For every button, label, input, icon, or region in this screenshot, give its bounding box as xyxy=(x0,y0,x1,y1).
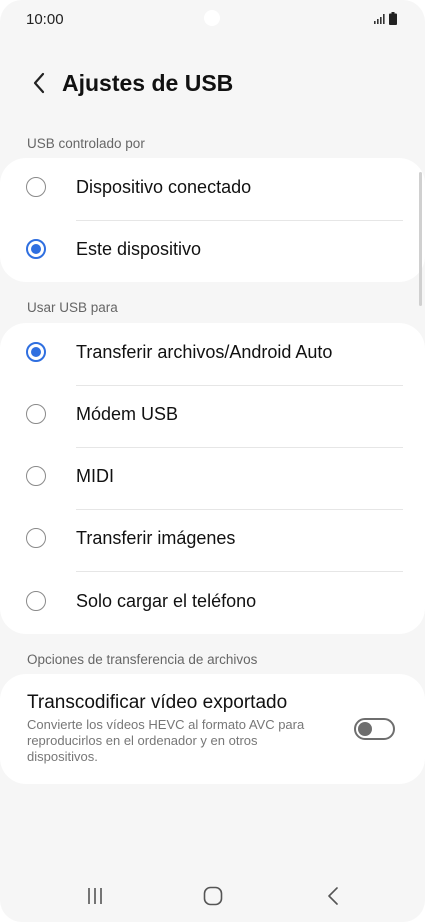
page-title: Ajustes de USB xyxy=(62,70,234,96)
option-this-device[interactable]: Este dispositivo xyxy=(0,220,425,282)
radio-button[interactable] xyxy=(26,466,46,486)
header: Ajustes de USB xyxy=(0,60,425,106)
front-camera xyxy=(204,10,220,26)
toggle-knob xyxy=(358,722,372,736)
use-usb-for-card: Transferir archivos/Android Auto Módem U… xyxy=(0,323,425,634)
option-label: Solo cargar el teléfono xyxy=(76,591,257,611)
radio-button[interactable] xyxy=(26,591,46,611)
status-time: 10:00 xyxy=(26,11,64,28)
option-label: Transferir imágenes xyxy=(76,528,236,548)
chevron-left-icon xyxy=(33,72,45,94)
option-transfer-images[interactable]: Transferir imágenes xyxy=(0,509,425,571)
home-button[interactable] xyxy=(183,870,243,922)
navigation-bar xyxy=(0,870,425,922)
section-label-use-usb-for: Usar USB para xyxy=(27,300,118,315)
option-label: MIDI xyxy=(76,466,114,486)
usb-controlled-by-card: Dispositivo conectado Este dispositivo xyxy=(0,158,425,282)
option-transfer-files[interactable]: Transferir archivos/Android Auto xyxy=(0,323,425,385)
section-label-usb-controlled-by: USB controlado por xyxy=(27,136,145,151)
option-label: Transferir archivos/Android Auto xyxy=(76,342,333,362)
option-connected-device[interactable]: Dispositivo conectado xyxy=(0,158,425,220)
battery-icon xyxy=(389,12,397,25)
section-label-file-transfer-options: Opciones de transferencia de archivos xyxy=(27,652,258,667)
back-button[interactable] xyxy=(22,66,56,100)
option-usb-modem[interactable]: Módem USB xyxy=(0,385,425,447)
option-label: Dispositivo conectado xyxy=(76,177,252,197)
option-midi[interactable]: MIDI xyxy=(0,447,425,509)
screen: 10:00 Ajustes de USB USB controlado por … xyxy=(0,0,425,922)
recent-apps-button[interactable] xyxy=(65,870,125,922)
home-icon xyxy=(203,886,223,906)
option-label: Módem USB xyxy=(76,404,179,424)
radio-button-selected[interactable] xyxy=(26,342,46,362)
recent-apps-icon xyxy=(88,888,102,904)
status-bar: 10:00 xyxy=(0,0,425,36)
option-label: Este dispositivo xyxy=(76,239,202,259)
transcode-toggle[interactable] xyxy=(354,718,395,740)
transcode-title: Transcodificar vídeo exportado xyxy=(27,692,288,713)
option-charge-only[interactable]: Solo cargar el teléfono xyxy=(0,572,425,634)
transcode-card[interactable]: Transcodificar vídeo exportado Convierte… xyxy=(0,674,425,784)
radio-button-selected[interactable] xyxy=(26,239,46,259)
radio-button[interactable] xyxy=(26,528,46,548)
radio-button[interactable] xyxy=(26,177,46,197)
scrollbar[interactable] xyxy=(419,172,422,306)
back-nav-button[interactable] xyxy=(303,870,363,922)
transcode-description: Convierte los vídeos HEVC al formato AVC… xyxy=(27,717,305,764)
signal-icon xyxy=(374,14,385,24)
back-icon xyxy=(328,887,338,905)
radio-button[interactable] xyxy=(26,404,46,424)
